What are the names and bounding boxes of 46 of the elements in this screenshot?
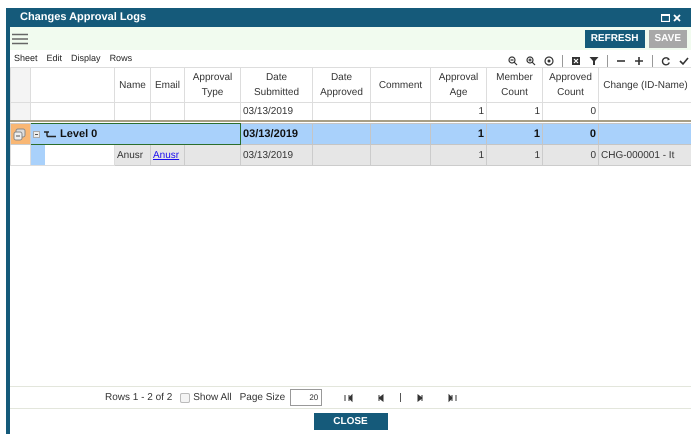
refresh-icon[interactable] <box>661 56 671 66</box>
show-all-label: Show All <box>193 391 232 405</box>
table-cell: 1 <box>478 150 484 160</box>
page-size-field[interactable]: 20 <box>290 389 322 406</box>
maximize-icon[interactable] <box>661 14 670 22</box>
next-page-icon[interactable] <box>415 392 426 402</box>
menu-item[interactable]: Edit <box>46 52 62 66</box>
data-row[interactable]: Anusr Anusr 03/13/2019 1 1 0 CHG-000001 - It <box>10 144 691 166</box>
target-icon[interactable] <box>544 56 554 66</box>
menu-icon[interactable] <box>12 32 28 44</box>
hierarchy-icon <box>44 130 56 138</box>
clear-filter-icon[interactable] <box>571 56 581 66</box>
menu-item[interactable]: Sheet <box>14 52 38 66</box>
menu-item[interactable]: Display <box>71 52 101 66</box>
window-title: Changes Approval Logs <box>20 10 146 26</box>
plus-icon[interactable] <box>634 56 644 66</box>
zoom-out-icon[interactable] <box>508 56 518 66</box>
first-page-icon[interactable] <box>344 392 354 402</box>
table-cell: 0 <box>590 150 596 160</box>
rows-icon[interactable] <box>13 128 27 140</box>
collapse-icon[interactable] <box>33 130 40 138</box>
last-page-icon[interactable] <box>447 392 458 402</box>
rows-info: Rows 1 - 2 of 2 <box>105 391 172 405</box>
group-cell: 1 <box>534 128 540 140</box>
table-cell: Anusr <box>117 150 144 160</box>
menu-item[interactable]: Rows <box>110 52 132 66</box>
zoom-in-icon[interactable] <box>526 56 536 66</box>
table-cell: 03/13/2019 <box>243 150 294 160</box>
group-cell: 03/13/2019 <box>243 128 298 140</box>
show-all-checkbox[interactable] <box>180 392 190 402</box>
summary-cell: 1 <box>478 106 484 117</box>
close-icon[interactable] <box>673 14 681 22</box>
toolbar-button[interactable]: REFRESH <box>584 30 644 48</box>
group-cell: 0 <box>590 128 596 140</box>
summary-cell: 1 <box>534 106 540 117</box>
group-row[interactable]: Level 0 03/13/2019 1 1 0 <box>10 124 691 144</box>
group-cell: 1 <box>478 128 484 140</box>
check-icon[interactable] <box>679 56 689 66</box>
close-button[interactable]: CLOSE <box>314 413 388 430</box>
group-label: Level 0 <box>60 126 98 142</box>
previous-page-icon[interactable] <box>376 392 386 402</box>
table-cell: CHG-000001 - It <box>601 150 674 160</box>
table-cell: 1 <box>534 150 540 160</box>
page-size-label: Page Size <box>240 391 286 405</box>
summary-cell: 0 <box>590 106 596 117</box>
summary-cell: 03/13/2019 <box>243 106 294 117</box>
